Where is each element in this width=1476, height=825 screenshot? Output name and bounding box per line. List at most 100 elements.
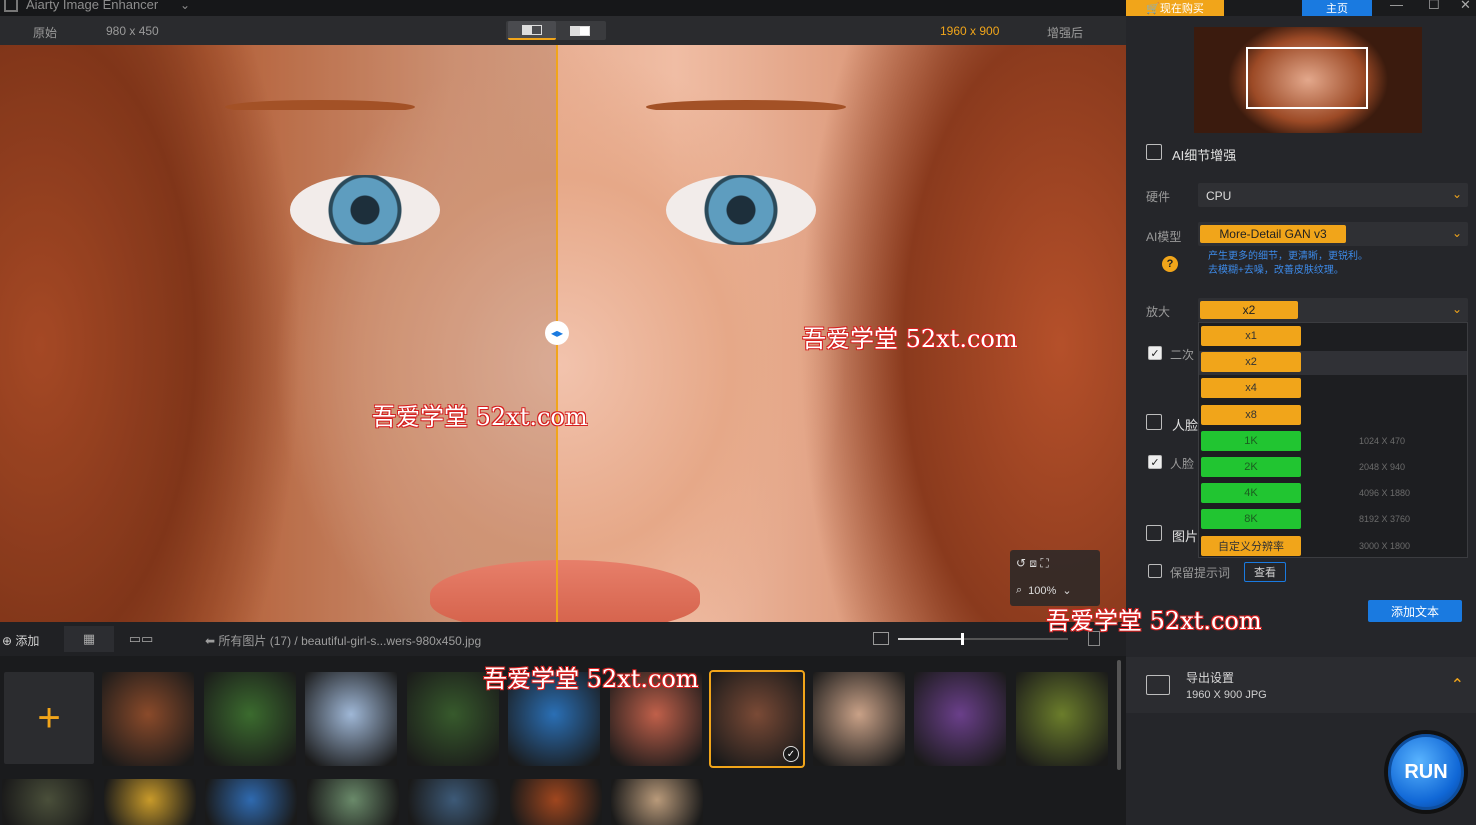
thumbnail[interactable]: ✓ <box>709 670 805 768</box>
scale-select[interactable]: x2 ⌄ <box>1198 298 1468 322</box>
add-text-button[interactable]: 添加文本 <box>1368 600 1462 622</box>
lips <box>430 560 700 622</box>
thumbnail[interactable] <box>205 779 297 825</box>
right-eyebrow <box>646 100 846 114</box>
left-eyebrow <box>225 100 415 114</box>
chevron-down-icon[interactable]: ⌄ <box>1062 584 1071 597</box>
face-checkbox[interactable]: ✓ <box>1148 455 1162 469</box>
thumbnail[interactable] <box>306 779 399 825</box>
thumbnail-size-slider[interactable] <box>898 633 1068 645</box>
help-icon[interactable]: ? <box>1162 256 1178 272</box>
minimize-icon[interactable]: — <box>1390 0 1403 12</box>
scale-option[interactable]: x8 <box>1201 404 1301 425</box>
scale-option-resolution: 8192 X 3760 <box>1359 514 1411 525</box>
keep-prompt-label: 保留提示词 <box>1170 566 1231 580</box>
scale-option[interactable]: 1K <box>1201 430 1301 451</box>
thumbnail[interactable] <box>2 779 94 825</box>
zoom-icon[interactable]: ⌕ <box>1016 584 1022 597</box>
view-button[interactable]: 查看 <box>1244 562 1286 582</box>
buy-label: 现在购买 <box>1159 3 1204 15</box>
scale-option[interactable]: x4 <box>1201 378 1301 399</box>
compare-handle[interactable]: ◂▸ <box>545 321 569 345</box>
model-desc-line: 去模糊+去噪，改善皮肤纹理。 <box>1208 265 1344 276</box>
rotate-icon[interactable]: ↺ <box>1016 556 1026 570</box>
thumbnail[interactable] <box>914 672 1006 766</box>
thumbnail[interactable] <box>408 779 500 825</box>
add-image-tile[interactable]: + <box>4 672 94 764</box>
chevron-down-icon: ⌄ <box>1451 187 1462 201</box>
enhanced-label: 增强后 <box>1047 26 1084 40</box>
scale-option-resolution: 3000 X 1800 <box>1359 540 1411 551</box>
home-button[interactable]: 主页 <box>1302 0 1372 16</box>
scale-option-resolution: 1024 X 470 <box>1359 435 1406 446</box>
app-icon <box>4 0 18 12</box>
navigator-preview[interactable] <box>1194 27 1422 133</box>
watermark: 吾爱学堂 52xt.com <box>483 665 699 693</box>
cart-icon: 🛒 <box>1146 2 1160 15</box>
original-size: 980 x 450 <box>106 24 159 38</box>
image-canvas[interactable]: ◂▸ 吾爱学堂 52xt.com 吾爱学堂 52xt.com ↺ ⧈ ⛶ ⌕ 10… <box>0 45 1126 622</box>
second-pass-label: 二次 <box>1170 348 1195 362</box>
export-title: 导出设置 <box>1186 671 1235 685</box>
zoom-value[interactable]: 100% <box>1028 585 1056 597</box>
buy-now-button[interactable]: 🛒 现在购买 <box>1126 0 1224 16</box>
chevron-down-icon: ⌄ <box>1451 226 1462 240</box>
section-title: AI细节增强 <box>1172 148 1237 163</box>
close-icon[interactable]: ✕ <box>1460 0 1471 13</box>
scale-option-resolution: 4096 X 1880 <box>1359 488 1411 499</box>
keep-prompt-checkbox[interactable] <box>1148 564 1162 578</box>
split-view-icon <box>522 24 542 35</box>
watermark: 吾爱学堂 52xt.com <box>1046 607 1262 635</box>
side-by-side-button[interactable] <box>556 21 604 40</box>
thumbnail[interactable] <box>203 672 296 766</box>
chevron-up-icon[interactable]: ⌃ <box>1451 675 1464 695</box>
strip-view-button[interactable]: ▭▭ <box>116 626 166 652</box>
view-mode-toggle <box>506 21 606 40</box>
thumbnail[interactable] <box>103 779 196 825</box>
flip-icon[interactable]: ⧈ <box>1029 556 1037 570</box>
export-value: 1960 X 900 JPG <box>1186 689 1267 701</box>
second-pass-checkbox[interactable]: ✓ <box>1148 346 1162 360</box>
grid-view-button[interactable]: ▦ <box>64 626 114 652</box>
scale-value: x2 <box>1200 301 1298 319</box>
enhance-icon <box>1146 144 1162 160</box>
run-button[interactable]: RUN <box>1388 734 1464 810</box>
scale-dropdown: x1 x2 x4 x8 1K 1024 X 470 2K 2048 X 940 4K 4096 X… <box>1198 322 1468 558</box>
scale-option[interactable]: x2 <box>1201 352 1301 373</box>
chevron-down-icon[interactable]: ⌄ <box>180 0 190 12</box>
scrollbar[interactable] <box>1117 660 1121 770</box>
hardware-select[interactable]: CPU ⌄ <box>1198 183 1468 207</box>
scale-option[interactable]: 2K <box>1201 457 1301 477</box>
original-half <box>0 45 557 622</box>
title-bar: Aiarty Image Enhancer ⌄ <box>0 0 1126 16</box>
thumbnail[interactable] <box>509 779 602 825</box>
face-section-title: 人脸 <box>1172 418 1199 433</box>
viewport-frame[interactable] <box>1246 47 1368 109</box>
model-select[interactable]: More-Detail GAN v3 ⌄ <box>1198 222 1468 246</box>
scale-option[interactable]: 4K <box>1201 483 1301 504</box>
scale-option[interactable]: 自定义分辨率 <box>1201 535 1301 556</box>
thumbnail[interactable] <box>611 779 703 825</box>
grid-icon: ▦ <box>82 631 96 646</box>
add-images-button[interactable]: ⊕ 添加 <box>2 632 39 649</box>
slider-knob[interactable] <box>961 633 964 645</box>
scale-option[interactable]: 8K <box>1201 509 1301 530</box>
side-by-side-icon <box>570 25 590 36</box>
thumbnail[interactable] <box>1015 672 1108 766</box>
watermark: 吾爱学堂 52xt.com <box>802 325 1018 353</box>
export-settings[interactable]: 导出设置 1960 X 900 JPG ⌃ <box>1126 657 1476 713</box>
hardware-label: 硬件 <box>1146 190 1171 204</box>
thumbnail[interactable] <box>812 672 905 766</box>
model-value: More-Detail GAN v3 <box>1200 225 1346 243</box>
breadcrumb-text: 所有图片 (17) / beautiful-girl-s...wers-980x… <box>218 634 482 648</box>
split-view-button[interactable] <box>508 21 556 40</box>
model-description: 产生更多的细节，更清晰，更锐利。 去模糊+去噪，改善皮肤纹理。 <box>1208 250 1368 278</box>
maximize-icon[interactable]: ☐ <box>1428 0 1440 13</box>
thumbnail[interactable] <box>305 672 397 766</box>
scale-option[interactable]: x1 <box>1201 326 1301 346</box>
compare-view-bar: 原始 980 x 450 1960 x 900 增强后 <box>0 16 1126 45</box>
thumbnail[interactable] <box>102 672 194 766</box>
left-eye <box>290 175 440 245</box>
reset-icon[interactable]: ⛶ <box>1040 556 1048 570</box>
add-label: 添加 <box>15 634 40 648</box>
